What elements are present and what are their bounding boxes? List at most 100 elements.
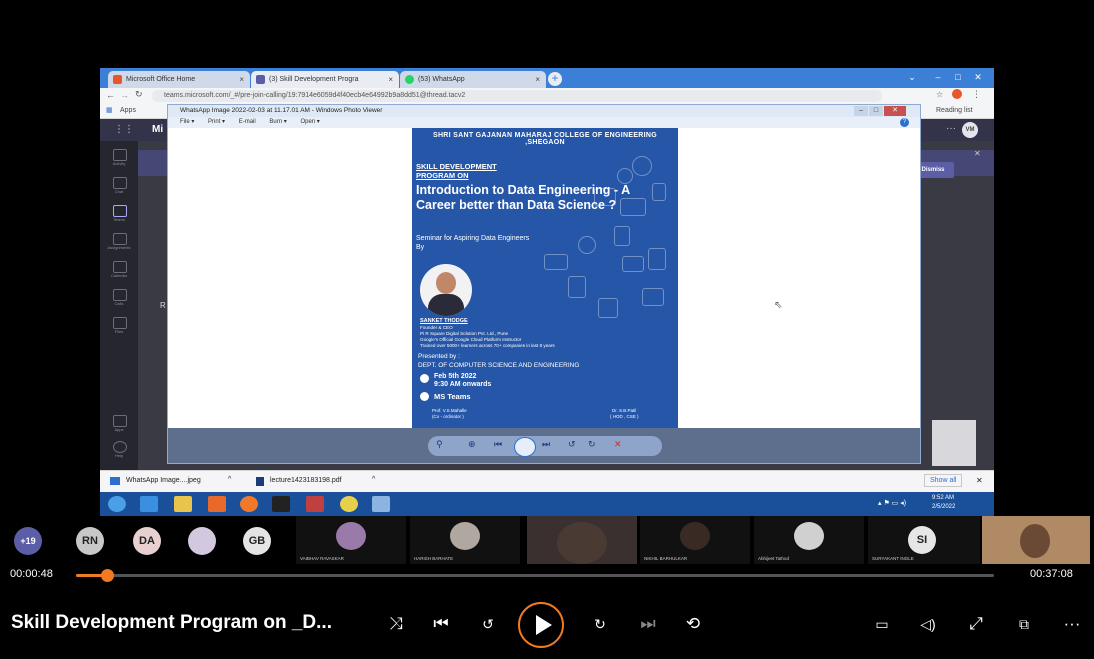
participant-tile: Abhijeet Tathod <box>754 516 864 564</box>
previous-image-icon[interactable]: ⏮ <box>494 439 502 450</box>
forward-30-icon[interactable]: ↻ <box>584 608 616 640</box>
menu-print[interactable]: Print ▾ <box>208 117 225 128</box>
system-tray-icons[interactable]: ▴ ⚑ ▭ ◂) <box>878 499 906 507</box>
close-banner-icon[interactable]: ✕ <box>974 149 981 158</box>
self-video <box>1020 524 1050 558</box>
reload-icon[interactable]: ↻ <box>135 89 143 100</box>
fullscreen-icon[interactable]: ⤢ <box>960 608 992 640</box>
teams-icon <box>256 75 265 84</box>
menu-burn[interactable]: Burn ▾ <box>269 117 286 128</box>
mini-player-icon[interactable]: ⧉ <box>1008 608 1040 640</box>
event-time: 9:30 AM onwards <box>434 381 492 388</box>
rewind-10-icon[interactable]: ↺ <box>472 608 504 640</box>
chrome-icon[interactable] <box>340 496 358 512</box>
firefox-icon[interactable] <box>240 496 258 512</box>
rail-apps[interactable]: Apps <box>106 413 132 437</box>
document-icon <box>614 226 630 246</box>
app-icon[interactable] <box>306 496 324 512</box>
participant-photo <box>680 522 710 550</box>
back-icon[interactable]: ← <box>106 90 115 100</box>
rail-chat[interactable]: Chat <box>106 175 132 199</box>
maximize-icon[interactable]: □ <box>869 106 883 116</box>
phone-icon <box>113 289 127 301</box>
start-icon[interactable] <box>108 496 126 512</box>
help-icon[interactable]: ? <box>900 118 909 127</box>
show-all-button[interactable]: Show all <box>924 474 963 487</box>
seek-bar[interactable] <box>76 574 994 577</box>
bell-icon <box>113 149 127 161</box>
rail-activity[interactable]: Activity <box>106 147 132 171</box>
folder-icon[interactable] <box>174 496 192 512</box>
close-window-icon[interactable]: ✕ <box>968 70 988 84</box>
star-icon[interactable]: ☆ <box>936 90 943 99</box>
speaker-jacket <box>428 294 464 316</box>
close-icon[interactable]: ✕ <box>884 106 906 116</box>
photo-viewer-icon[interactable] <box>372 496 390 512</box>
url-field[interactable]: teams.microsoft.com/_#/pre-join-calling/… <box>152 90 882 102</box>
menu-open[interactable]: Open ▾ <box>300 117 319 128</box>
close-icon[interactable]: × <box>239 71 244 88</box>
taskbar-date: 2/5/2022 <box>932 504 956 510</box>
taskbar-time: 9:52 AM <box>932 495 955 501</box>
captions-icon[interactable]: ▭ <box>866 608 898 640</box>
new-tab-button[interactable]: + <box>548 72 562 86</box>
tab-whatsapp[interactable]: (53) WhatsApp × <box>400 71 546 88</box>
next-image-icon[interactable]: ⏭ <box>542 439 550 450</box>
document-icon <box>568 276 586 298</box>
next-icon[interactable]: ⏭ <box>632 608 664 640</box>
more-icon[interactable]: ··· <box>1056 608 1088 640</box>
bookmark-apps[interactable]: Apps <box>120 107 136 114</box>
menu-file[interactable]: File ▾ <box>180 117 194 128</box>
chevron-up-icon[interactable]: ^ <box>228 476 231 483</box>
cmd-icon[interactable] <box>272 496 290 512</box>
waffle-icon[interactable]: ⋮⋮ <box>114 124 134 135</box>
chevron-up-icon[interactable]: ^ <box>372 476 375 483</box>
tab-search-icon[interactable]: ⌄ <box>902 70 922 84</box>
forward-icon[interactable]: → <box>120 90 129 100</box>
rail-calendar[interactable]: Calendar <box>106 259 132 283</box>
tab-label: (53) WhatsApp <box>418 76 465 83</box>
windows-taskbar: ▴ ⚑ ▭ ◂) 9:52 AM 2/5/2022 <box>100 492 994 516</box>
user-avatar[interactable]: VM <box>962 122 978 138</box>
rail-assignments[interactable]: Assignments <box>106 231 132 255</box>
profile-icon[interactable] <box>952 89 962 99</box>
actual-size-icon[interactable]: ⊕ <box>468 439 476 450</box>
tab-label: (3) Skill Development Progra <box>269 76 359 83</box>
chip-icon <box>598 298 618 318</box>
slideshow-button[interactable] <box>514 437 536 457</box>
rail-help[interactable]: Help <box>106 439 132 463</box>
shuffle-icon[interactable]: ⤨ <box>380 608 412 640</box>
play-button[interactable] <box>518 602 564 648</box>
participant-tile: VAIBHAV RAVASKAR <box>296 516 406 564</box>
close-icon[interactable]: × <box>388 71 393 88</box>
ie-icon[interactable] <box>140 496 158 512</box>
rail-calls[interactable]: Calls <box>106 287 132 311</box>
repeat-off-icon[interactable]: ⟲ <box>677 608 709 640</box>
menu-email[interactable]: E-mail <box>239 117 256 128</box>
delete-icon[interactable]: ✕ <box>614 439 622 450</box>
minimize-icon[interactable]: – <box>928 70 948 84</box>
close-icon[interactable]: × <box>535 71 540 88</box>
media-icon[interactable] <box>208 496 226 512</box>
seek-bar-thumb[interactable] <box>101 569 115 582</box>
reading-list[interactable]: Reading list <box>936 107 973 114</box>
rail-teams[interactable]: Teams <box>106 203 132 227</box>
address-bar-row: ← → ↻ teams.microsoft.com/_#/pre-join-ca… <box>100 88 994 104</box>
menu-icon[interactable]: ⋮ <box>972 89 981 100</box>
rotate-right-icon[interactable]: ↻ <box>588 439 596 450</box>
download-item-pdf[interactable]: lecture1423183198.pdf <box>270 477 342 484</box>
tab-teams[interactable]: (3) Skill Development Progra × <box>251 71 399 88</box>
zoom-icon[interactable]: ⚲ <box>436 439 443 450</box>
download-item-image[interactable]: WhatsApp Image....jpeg <box>126 477 201 484</box>
rail-files[interactable]: Files <box>106 315 132 339</box>
close-icon[interactable]: ✕ <box>976 476 983 485</box>
participants-overflow[interactable]: +19 <box>14 527 42 555</box>
minimize-icon[interactable]: – <box>854 106 868 116</box>
more-options-icon[interactable]: ··· <box>946 123 956 134</box>
previous-icon[interactable]: ⏮ <box>425 608 457 640</box>
mouse-cursor-icon: ⇖ <box>774 300 783 311</box>
maximize-icon[interactable]: □ <box>948 70 968 84</box>
rotate-left-icon[interactable]: ↺ <box>568 439 576 450</box>
tab-office-home[interactable]: Microsoft Office Home × <box>108 71 250 88</box>
volume-icon[interactable]: ◁) <box>912 608 944 640</box>
